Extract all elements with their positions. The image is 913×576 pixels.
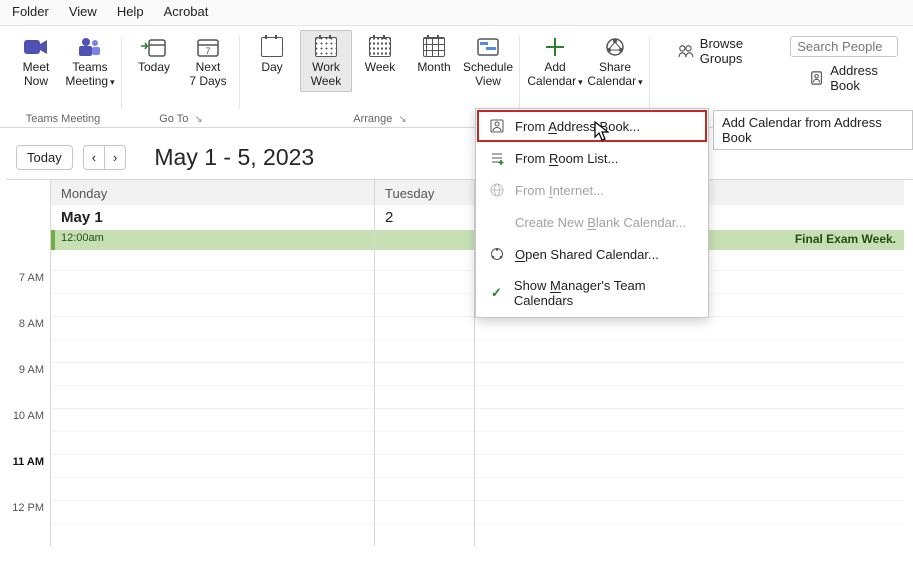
add-calendar-button[interactable]: AddCalendar▾ bbox=[526, 30, 584, 92]
share-small-icon bbox=[489, 246, 505, 262]
from-room-list-label: From Room List... bbox=[515, 151, 618, 166]
time-gutter: 7 AM 8 AM 9 AM 10 AM 11 AM 12 PM bbox=[6, 270, 50, 546]
menu-view[interactable]: View bbox=[69, 4, 97, 19]
add-calendar-label: AddCalendar▾ bbox=[527, 61, 582, 89]
address-book-icon bbox=[810, 70, 824, 86]
ribbon-group-teams: MeetNow TeamsMeeting▾ Teams Meeting bbox=[4, 30, 122, 127]
hour-12: 12 PM bbox=[6, 500, 50, 546]
day-label: Day bbox=[261, 61, 282, 89]
dialog-launcher-icon[interactable]: ↘ bbox=[194, 114, 202, 125]
room-list-icon bbox=[489, 150, 505, 166]
schedule-icon bbox=[474, 35, 502, 59]
day-column-mon[interactable] bbox=[50, 270, 374, 546]
prev-button[interactable]: ‹ bbox=[83, 145, 104, 170]
day-header-mon[interactable]: Monday bbox=[50, 180, 374, 205]
today-label: Today bbox=[138, 61, 170, 89]
people-icon bbox=[678, 43, 694, 59]
next-button[interactable]: › bbox=[104, 145, 126, 170]
person-card-icon bbox=[489, 118, 505, 134]
ribbon-group-title-arrange: Arrange↘ bbox=[353, 113, 407, 125]
address-book-label: Address Book bbox=[830, 63, 901, 93]
month-label: Month bbox=[417, 61, 450, 89]
hour-8: 8 AM bbox=[6, 316, 50, 362]
dialog-launcher-icon[interactable]: ↘ bbox=[398, 114, 406, 125]
month-icon bbox=[420, 35, 448, 59]
next7-label: Next7 Days bbox=[189, 61, 226, 89]
workweek-icon bbox=[312, 35, 340, 59]
meet-now-button[interactable]: MeetNow bbox=[10, 30, 62, 92]
menu-folder[interactable]: Folder bbox=[12, 4, 49, 19]
month-button[interactable]: Month bbox=[408, 30, 460, 92]
day-button[interactable]: Day bbox=[246, 30, 298, 92]
share-icon bbox=[601, 35, 629, 59]
menu-help[interactable]: Help bbox=[117, 4, 144, 19]
menu-acrobat[interactable]: Acrobat bbox=[164, 4, 209, 19]
create-blank-label: Create New Blank Calendar... bbox=[515, 215, 686, 230]
day-header-tue[interactable]: Tuesday bbox=[374, 180, 474, 205]
browse-groups-label: Browse Groups bbox=[700, 36, 778, 66]
ribbon-group-title-goto: Go To↘ bbox=[159, 113, 203, 125]
allday-row[interactable]: 12:00am Final Exam Week. bbox=[6, 230, 913, 250]
calendar-grid: Monday Tuesday Wednesday May 1 2 12:00am… bbox=[6, 179, 913, 546]
tooltip: Add Calendar from Address Book bbox=[713, 110, 913, 150]
teams-meeting-label: TeamsMeeting▾ bbox=[65, 61, 114, 89]
hour-7: 7 AM bbox=[6, 270, 50, 316]
ribbon-group-title-teams: Teams Meeting bbox=[26, 113, 101, 125]
day-column-tue[interactable] bbox=[374, 270, 474, 546]
menu-bar: Folder View Help Acrobat bbox=[0, 0, 913, 26]
open-shared-label: Open Shared Calendar... bbox=[515, 247, 659, 262]
hour-11: 11 AM bbox=[6, 454, 50, 500]
date-mon: May 1 bbox=[50, 205, 374, 230]
work-week-button[interactable]: WorkWeek bbox=[300, 30, 352, 92]
from-room-list-item[interactable]: From Room List... bbox=[477, 142, 707, 174]
schedule-view-button[interactable]: ScheduleView bbox=[462, 30, 514, 92]
allday-event-name: Final Exam Week. bbox=[795, 232, 896, 246]
share-calendar-label: ShareCalendar▾ bbox=[587, 61, 642, 89]
meet-now-label: MeetNow bbox=[23, 61, 50, 89]
plus-icon bbox=[541, 35, 569, 59]
svg-text:7: 7 bbox=[205, 46, 210, 56]
week-button[interactable]: Week bbox=[354, 30, 406, 92]
workweek-label: WorkWeek bbox=[311, 61, 341, 89]
schedule-label: ScheduleView bbox=[463, 61, 513, 89]
globe-icon bbox=[489, 182, 505, 198]
ribbon-group-goto: Today 7 Next7 Days Go To↘ bbox=[122, 30, 240, 127]
show-manager-label: Show Manager's Team Calendars bbox=[514, 278, 695, 308]
check-icon: ✓ bbox=[489, 285, 504, 301]
from-address-book-item[interactable]: From Address Book... bbox=[477, 110, 707, 142]
week-icon bbox=[366, 35, 394, 59]
today-nav-button[interactable]: Today bbox=[16, 145, 73, 170]
search-people-input[interactable]: Search People bbox=[790, 36, 898, 57]
day-icon bbox=[258, 35, 286, 59]
teams-icon bbox=[76, 35, 104, 59]
add-calendar-dropdown: From Address Book... From Room List... F… bbox=[475, 108, 709, 318]
camera-icon bbox=[22, 35, 50, 59]
hour-9: 9 AM bbox=[6, 362, 50, 408]
next7-icon: 7 bbox=[194, 35, 222, 59]
open-shared-calendar-item[interactable]: Open Shared Calendar... bbox=[477, 238, 707, 270]
hour-10: 10 AM bbox=[6, 408, 50, 454]
next-7-days-button[interactable]: 7 Next7 Days bbox=[182, 30, 234, 92]
show-manager-calendars-item[interactable]: ✓ Show Manager's Team Calendars bbox=[477, 270, 707, 316]
from-internet-item: From Internet... bbox=[477, 174, 707, 206]
today-button[interactable]: Today bbox=[128, 30, 180, 92]
from-internet-label: From Internet... bbox=[515, 183, 604, 198]
create-blank-calendar-item: Create New Blank Calendar... bbox=[477, 206, 707, 238]
browse-groups-button[interactable]: Browse Groups bbox=[658, 36, 778, 66]
allday-event-time: 12:00am bbox=[61, 232, 104, 244]
today-icon bbox=[140, 35, 168, 59]
teams-meeting-button[interactable]: TeamsMeeting▾ bbox=[64, 30, 116, 92]
date-tue: 2 bbox=[374, 205, 474, 230]
share-calendar-button[interactable]: ShareCalendar▾ bbox=[586, 30, 644, 92]
address-book-button[interactable]: Address Book bbox=[790, 63, 901, 93]
week-label: Week bbox=[365, 61, 395, 89]
from-address-book-label: From Address Book... bbox=[515, 119, 640, 134]
date-range-title: May 1 - 5, 2023 bbox=[154, 144, 314, 171]
